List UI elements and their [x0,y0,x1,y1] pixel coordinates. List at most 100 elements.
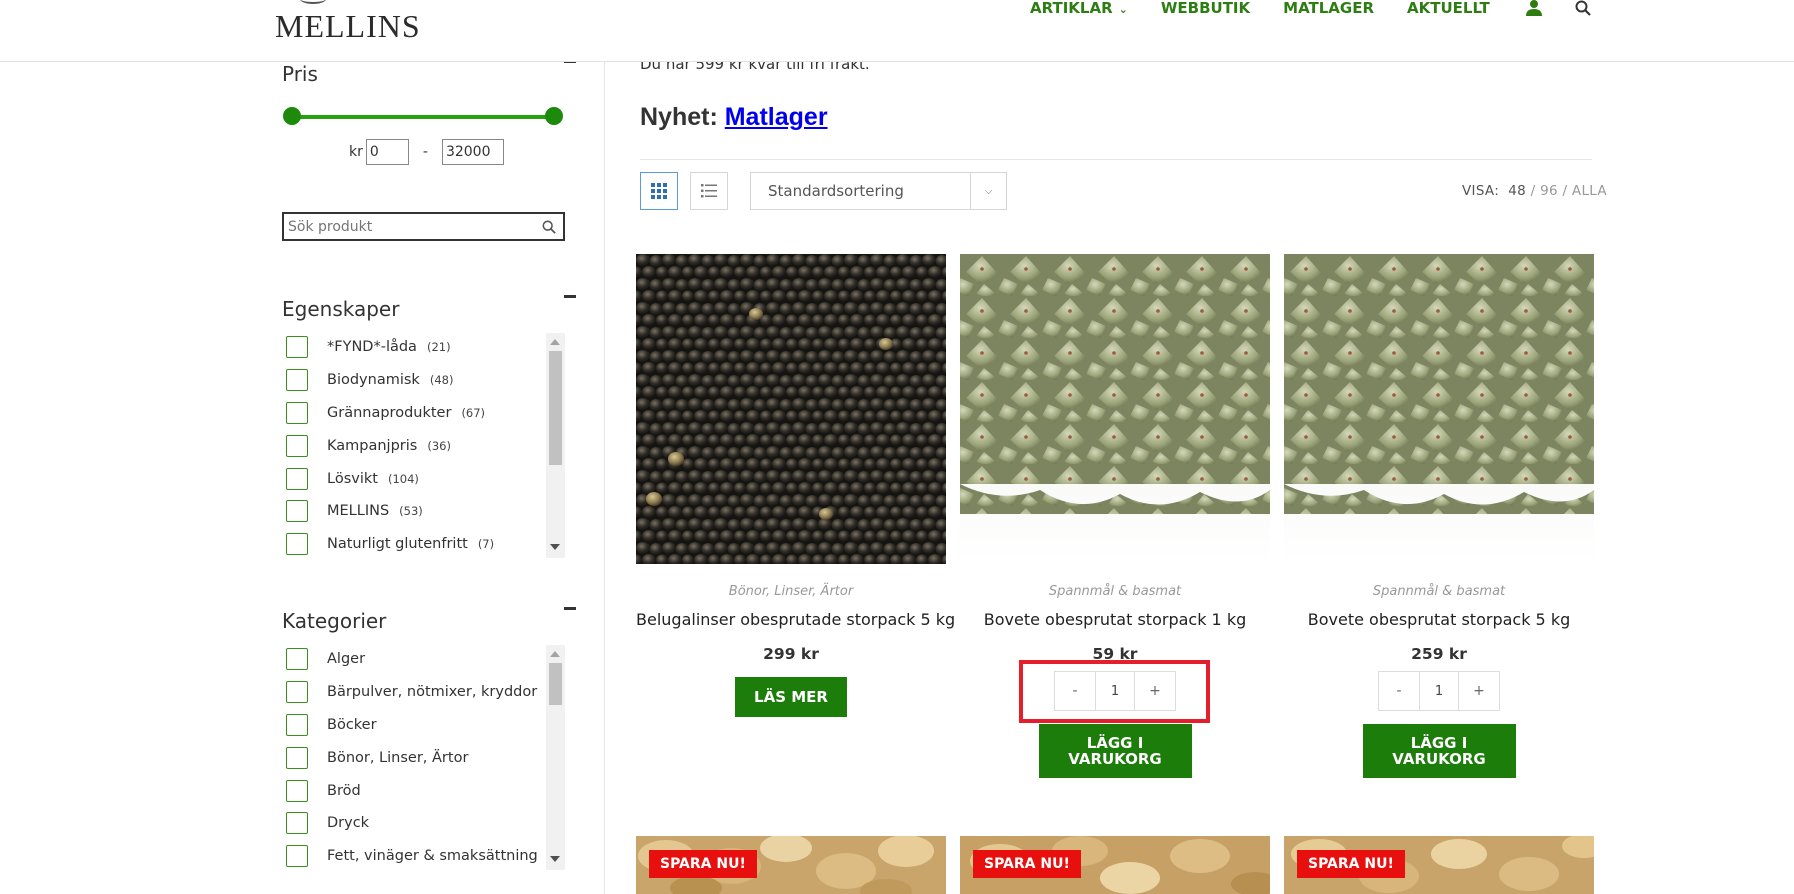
item-count: (48) [429,373,454,388]
collapse-icon[interactable] [564,295,576,298]
per-page-96[interactable]: 96 [1540,183,1558,199]
product-price: 299 kr [763,645,819,663]
item-label: Grännaprodukter [327,404,452,421]
list-item[interactable]: Naturligt glutenfritt (7) [282,528,565,561]
site-header: MELLINS ARTIKLAR ⌄ WEBBUTIK MATLAGER AKTU… [0,0,1794,62]
item-label: Lösvikt [327,470,378,487]
quantity-increase-button[interactable]: + [1459,672,1499,710]
checkbox[interactable] [286,779,308,802]
checkbox[interactable] [286,401,308,424]
checkbox[interactable] [286,533,308,556]
item-label: Bärpulver, nötmixer, kryddor [327,684,538,701]
scroll-up-icon[interactable] [550,339,560,345]
list-item[interactable]: Lösvikt (104) [282,462,565,495]
promo-link[interactable]: Matlager [725,103,828,131]
product-card[interactable]: SPARA NU! [636,836,946,894]
scroll-down-icon[interactable] [550,856,560,862]
scroll-down-icon[interactable] [550,544,560,550]
nav-item-webbutik[interactable]: WEBBUTIK [1161,0,1250,16]
nav-item-aktuellt[interactable]: AKTUELLT [1407,0,1490,16]
item-count: (67) [461,405,486,420]
nav-label: ARTIKLAR [1030,0,1113,17]
price-max-input[interactable] [441,139,504,165]
user-icon[interactable] [1526,0,1542,20]
categories-widget-title: Kategorier [282,609,387,633]
checkbox[interactable] [286,812,308,835]
product-card: Bönor, Linser, Ärtor Belugalinser obespr… [636,254,955,717]
sort-select[interactable]: Standardsortering ⌵ [750,172,1007,210]
checkbox[interactable] [286,648,308,671]
list-item[interactable]: Alger [282,643,565,676]
list-item[interactable]: Bärpulver, nötmixer, kryddor [282,676,565,709]
product-card[interactable]: SPARA NU! [1284,836,1594,894]
price-min-input[interactable] [365,139,409,165]
item-label: Kampanjpris [327,437,418,454]
list-view-button[interactable] [690,172,728,210]
chevron-down-icon[interactable]: ⌵ [970,173,1006,209]
product-price: 259 kr [1411,645,1467,663]
add-to-cart-button[interactable]: LÄGG I VARUKORG [1038,724,1192,778]
categories-scrollbar[interactable] [546,645,565,870]
scroll-thumb[interactable] [549,351,562,465]
site-logo[interactable]: MELLINS [275,8,421,45]
properties-scrollbar[interactable] [546,333,565,558]
price-slider-min-handle[interactable] [283,107,301,125]
item-count: (7) [477,537,495,552]
per-page-all[interactable]: ALLA [1572,183,1607,199]
quantity-decrease-button[interactable]: - [1379,672,1419,710]
scroll-up-icon[interactable] [550,651,560,657]
list-item[interactable]: Grännaprodukter (67) [282,397,565,430]
list-item[interactable]: Dryck [282,807,565,840]
search-icon[interactable] [535,215,563,239]
button-label-line: VARUKORG [1068,750,1162,768]
quantity-input[interactable]: 1 [1419,672,1459,710]
price-slider-max-handle[interactable] [545,107,563,125]
product-card: Spannmål & basmat Bovete obesprutat stor… [1284,254,1594,778]
nav-item-matlager[interactable]: MATLAGER [1283,0,1374,16]
checkbox[interactable] [286,500,308,523]
product-image[interactable] [960,254,1270,564]
read-more-button[interactable]: LÄS MER [735,677,847,717]
checkbox[interactable] [286,746,308,769]
list-item[interactable]: Kampanjpris (36) [282,429,565,462]
checkbox[interactable] [286,434,308,457]
item-label: MELLINS [327,503,390,520]
product-category[interactable]: Bönor, Linser, Ärtor [636,584,946,602]
list-item[interactable]: *FYND*-låda (21) [282,331,565,364]
product-title[interactable]: Bovete obesprutat storpack 1 kg [960,610,1270,629]
grid-view-button[interactable] [640,172,678,210]
item-label: Naturligt glutenfritt [327,536,468,553]
checkbox[interactable] [286,713,308,736]
list-item[interactable]: Bönor, Linser, Ärtor [282,741,565,774]
checkbox[interactable] [286,845,308,868]
list-item[interactable]: Böcker [282,709,565,742]
list-item[interactable]: MELLINS (53) [282,495,565,528]
add-to-cart-button[interactable]: LÄGG I VARUKORG [1362,724,1516,778]
product-search-input[interactable] [284,214,535,239]
checkbox[interactable] [286,336,308,359]
properties-widget-title: Egenskaper [282,297,400,321]
checkbox[interactable] [286,467,308,490]
nav-item-artiklar[interactable]: ARTIKLAR ⌄ [1030,0,1128,18]
sale-badge: SPARA NU! [973,850,1081,878]
product-title[interactable]: Bovete obesprutat storpack 5 kg [1284,610,1594,629]
item-label: Böcker [327,716,377,733]
list-item[interactable]: Bröd [282,774,565,807]
collapse-icon[interactable] [564,607,576,610]
scroll-thumb[interactable] [549,663,562,705]
product-category[interactable]: Spannmål & basmat [960,584,1270,602]
list-icon [701,184,717,198]
sale-badge: SPARA NU! [649,850,757,878]
product-card[interactable]: SPARA NU! [960,836,1270,894]
product-title[interactable]: Belugalinser obesprutade storpack 5 kg [636,610,955,629]
checkbox[interactable] [286,681,308,704]
price-slider-track[interactable] [292,115,554,119]
list-item[interactable]: Biodynamisk (48) [282,364,565,397]
per-page-48[interactable]: 48 [1508,183,1526,199]
product-image[interactable] [636,254,946,564]
search-icon[interactable] [1575,0,1591,20]
product-image[interactable] [1284,254,1594,564]
list-item[interactable]: Fett, vinäger & smaksättning [282,840,565,873]
product-category[interactable]: Spannmål & basmat [1284,584,1594,602]
checkbox[interactable] [286,369,308,392]
